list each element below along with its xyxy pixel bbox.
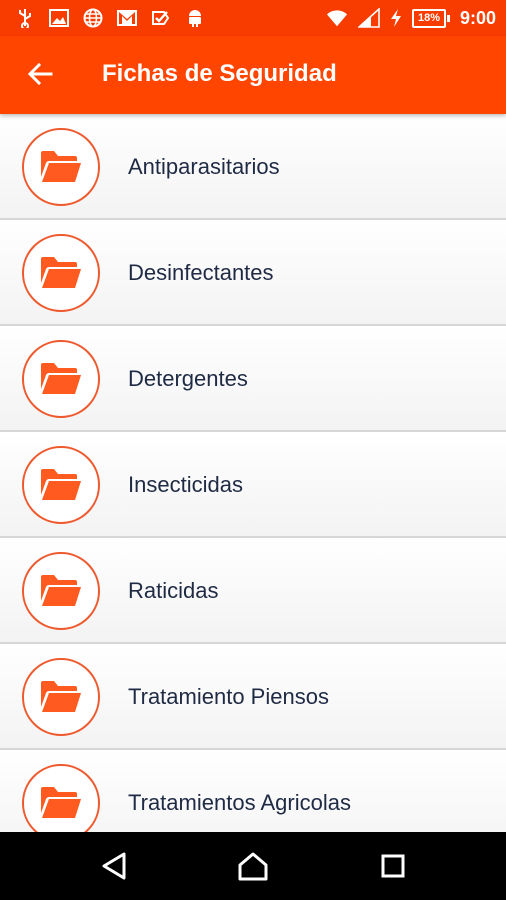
list-item-label: Tratamiento Piensos (128, 684, 329, 709)
list-item-label: Detergentes (128, 366, 248, 391)
folder-icon (22, 446, 100, 524)
home-icon (238, 852, 268, 881)
nav-recents-button[interactable] (373, 846, 413, 886)
list-item-label: Antiparasitarios (128, 154, 280, 179)
folder-icon (22, 128, 100, 206)
signal-icon (357, 7, 380, 29)
list-item[interactable]: Raticidas (0, 538, 506, 644)
list-item[interactable]: Detergentes (0, 326, 506, 432)
gmail-icon (116, 7, 138, 29)
list-item-label: Raticidas (128, 578, 219, 603)
status-bar: 18% 9:00 (0, 0, 506, 36)
list-item[interactable]: Antiparasitarios (0, 114, 506, 220)
status-notifications (14, 7, 206, 29)
arrow-left-icon (27, 62, 53, 86)
folder-icon (22, 234, 100, 312)
folder-icon (22, 552, 100, 630)
back-button[interactable] (22, 56, 58, 92)
folder-icon (22, 340, 100, 418)
list-item-label: Insecticidas (128, 472, 243, 497)
list-item[interactable]: Tratamiento Piensos (0, 644, 506, 750)
list-item[interactable]: Insecticidas (0, 432, 506, 538)
check-shield-icon (150, 7, 172, 29)
list-item[interactable]: Tratamientos Agricolas (0, 750, 506, 832)
battery-percent: 18% (411, 8, 446, 28)
list-item-label: Desinfectantes (128, 260, 274, 285)
clock: 9:00 (459, 7, 496, 28)
back-triangle-icon (102, 852, 126, 880)
wifi-icon (326, 7, 348, 29)
category-list: Antiparasitarios Desinfectantes Detergen… (0, 114, 506, 832)
battery-icon: 18% (411, 8, 450, 28)
page-title: Fichas de Seguridad (102, 60, 337, 87)
globe-icon (82, 7, 104, 29)
folder-icon (22, 658, 100, 736)
image-icon (48, 7, 70, 29)
android-icon (184, 7, 206, 29)
status-system: 18% 9:00 (326, 7, 496, 29)
list-item[interactable]: Desinfectantes (0, 220, 506, 326)
nav-back-button[interactable] (94, 846, 134, 886)
nav-home-button[interactable] (233, 846, 273, 886)
charging-icon (390, 7, 402, 29)
app-bar: Fichas de Seguridad (0, 36, 506, 114)
recents-icon (381, 854, 405, 878)
list-item-label: Tratamientos Agricolas (128, 790, 351, 815)
system-nav-bar (0, 832, 506, 900)
usb-icon (14, 7, 36, 29)
folder-icon (22, 764, 100, 832)
